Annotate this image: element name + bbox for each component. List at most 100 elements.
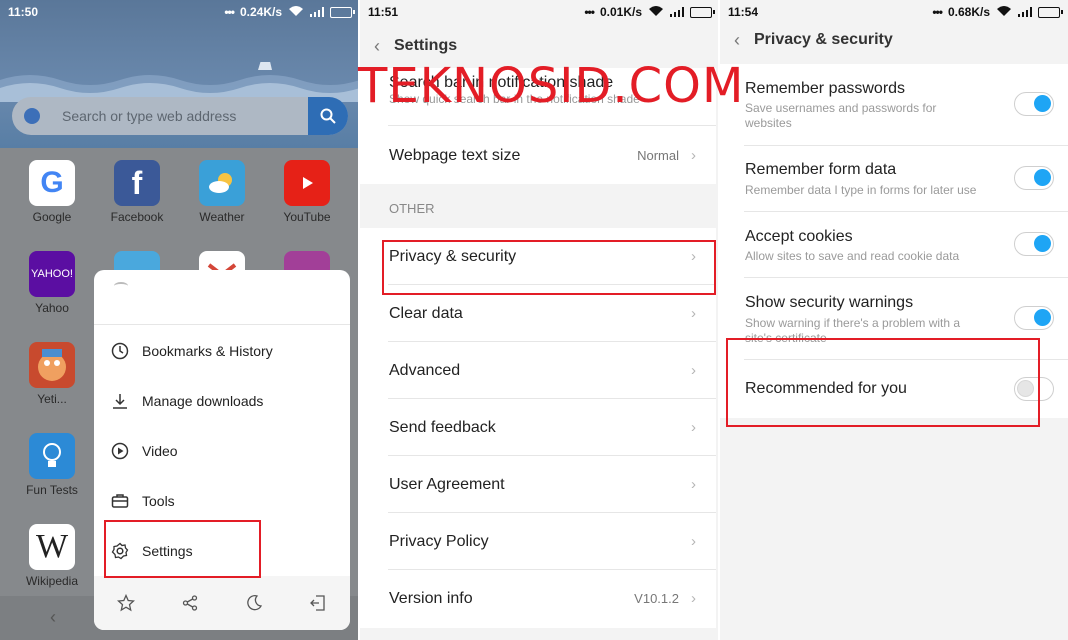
- settings-row-advanced[interactable]: Advanced ›: [360, 342, 716, 399]
- privacy-row-accept-cookies[interactable]: Accept cookies Allow sites to save and r…: [720, 212, 1068, 278]
- shortcut-label: Wikipedia: [25, 574, 79, 588]
- dots-icon: •••: [932, 5, 943, 19]
- fun-tests-icon: [29, 433, 75, 479]
- search-input[interactable]: Search or type web address: [62, 108, 308, 124]
- shortcut-label: Facebook: [110, 210, 164, 224]
- toggle-knob: [1034, 309, 1051, 326]
- privacy-row-remember-form-data[interactable]: Remember form data Remember data I type …: [720, 146, 1068, 212]
- battery-icon: [330, 6, 355, 18]
- menu-item-manage-downloads[interactable]: Manage downloads: [94, 381, 350, 421]
- menu-item-label: Bookmarks & History: [142, 343, 273, 359]
- shortcut-label: Weather: [199, 210, 245, 224]
- menu-item-bookmarks-history[interactable]: Bookmarks & History: [94, 331, 350, 371]
- exit-icon[interactable]: [308, 593, 328, 613]
- row-title: Accept cookies: [745, 228, 853, 245]
- search-icon: [320, 108, 336, 124]
- status-time: 11:51: [368, 5, 399, 19]
- row-label: Clear data: [389, 304, 463, 322]
- privacy-header: ‹ Privacy & security: [720, 18, 1068, 62]
- browser-home-panel: 11:50 ••• 0.24K/s Search or type web add…: [0, 0, 360, 640]
- shortcut-label: Yeti...: [37, 392, 67, 406]
- facebook-icon: f: [114, 160, 160, 206]
- menu-item-label: Manage downloads: [142, 393, 264, 409]
- row-value: V10.1.2: [634, 591, 679, 606]
- row-divider: [388, 125, 716, 126]
- battery-icon: [690, 6, 715, 18]
- chevron-right-icon: ›: [691, 362, 696, 379]
- dots-icon: •••: [224, 5, 235, 19]
- toggle-knob: [1034, 169, 1051, 186]
- chevron-right-icon: ›: [691, 147, 696, 164]
- globe-icon: [24, 108, 40, 124]
- search-bar[interactable]: Search or type web address: [12, 97, 348, 135]
- shortcut-yahoo[interactable]: YAHOO! Yahoo: [12, 251, 92, 315]
- row-value: Normal: [637, 148, 679, 163]
- google-icon: G: [29, 160, 75, 206]
- moon-icon[interactable]: [244, 593, 264, 613]
- highlight-settings: [104, 520, 261, 578]
- shortcut-label: Google: [32, 210, 72, 224]
- privacy-row-remember-passwords[interactable]: Remember passwords Save usernames and pa…: [720, 64, 1068, 146]
- waves-decoration: [0, 62, 360, 102]
- row-label: Webpage text size: [389, 146, 521, 164]
- row-label: Send feedback: [389, 418, 496, 436]
- toggle-switch[interactable]: [1014, 306, 1054, 330]
- menu-item-video[interactable]: Video: [94, 431, 350, 471]
- play-icon: [110, 441, 130, 461]
- highlight-recommended: [726, 338, 1040, 427]
- chevron-right-icon: ›: [691, 533, 696, 550]
- row-title: Remember form data: [745, 161, 897, 178]
- toggle-knob: [1034, 95, 1051, 112]
- highlight-privacy-security: [382, 240, 716, 295]
- settings-row-privacy-policy[interactable]: Privacy Policy ›: [360, 513, 716, 570]
- menu-handle-icon: [114, 282, 128, 290]
- menu-item-label: Video: [142, 443, 178, 459]
- wifi-icon: [288, 5, 304, 20]
- settings-row-user-agreement[interactable]: User Agreement ›: [360, 456, 716, 513]
- shortcut-wikipedia[interactable]: W Wikipedia: [12, 524, 92, 588]
- search-button[interactable]: [308, 97, 348, 135]
- settings-row-send-feedback[interactable]: Send feedback ›: [360, 399, 716, 456]
- section-label-other: OTHER: [389, 201, 435, 216]
- toggle-switch[interactable]: [1014, 166, 1054, 190]
- shortcut-facebook[interactable]: f Facebook: [97, 160, 177, 224]
- status-bar: 11:51 ••• 0.01K/s: [360, 0, 720, 24]
- back-icon[interactable]: ‹: [734, 30, 740, 51]
- status-time: 11:54: [728, 5, 759, 19]
- toggle-switch[interactable]: [1014, 92, 1054, 116]
- page-title: Privacy & security: [754, 31, 893, 48]
- yeti-icon: [29, 342, 75, 388]
- star-icon[interactable]: [116, 593, 136, 613]
- net-speed: 0.24K/s: [239, 5, 282, 19]
- status-time: 11:50: [8, 5, 39, 19]
- status-bar: 11:50 ••• 0.24K/s: [0, 0, 360, 24]
- shortcut-fun-tests[interactable]: Fun Tests: [12, 433, 92, 497]
- signal-icon: [670, 7, 684, 17]
- row-label: Version info: [389, 589, 473, 607]
- menu-item-label: Tools: [142, 493, 175, 509]
- page-title: Settings: [394, 37, 458, 54]
- clock-icon: [110, 341, 130, 361]
- menu-divider: [94, 324, 350, 325]
- settings-row-text-size[interactable]: Webpage text size Normal ›: [360, 127, 716, 184]
- back-icon[interactable]: ‹: [50, 607, 56, 628]
- net-speed: 0.68K/s: [947, 5, 990, 19]
- dots-icon: •••: [584, 5, 595, 19]
- shortcut-google[interactable]: G Google: [12, 160, 92, 224]
- row-label: User Agreement: [389, 475, 505, 493]
- youtube-icon: [284, 160, 330, 206]
- toggle-switch[interactable]: [1014, 232, 1054, 256]
- signal-icon: [310, 7, 324, 17]
- wifi-icon: [648, 5, 664, 20]
- menu-item-tools[interactable]: Tools: [94, 481, 350, 521]
- shortcut-youtube[interactable]: YouTube: [267, 160, 347, 224]
- shortcut-yeti[interactable]: Yeti...: [12, 342, 92, 406]
- share-icon[interactable]: [180, 593, 200, 613]
- toggle-knob: [1034, 235, 1051, 252]
- settings-row-version-info[interactable]: Version info V10.1.2 ›: [360, 570, 716, 627]
- toolbox-icon: [110, 491, 130, 511]
- row-title: Remember passwords: [745, 80, 906, 97]
- signal-icon: [1018, 7, 1032, 17]
- shortcut-weather[interactable]: Weather: [182, 160, 262, 224]
- download-icon: [110, 391, 130, 411]
